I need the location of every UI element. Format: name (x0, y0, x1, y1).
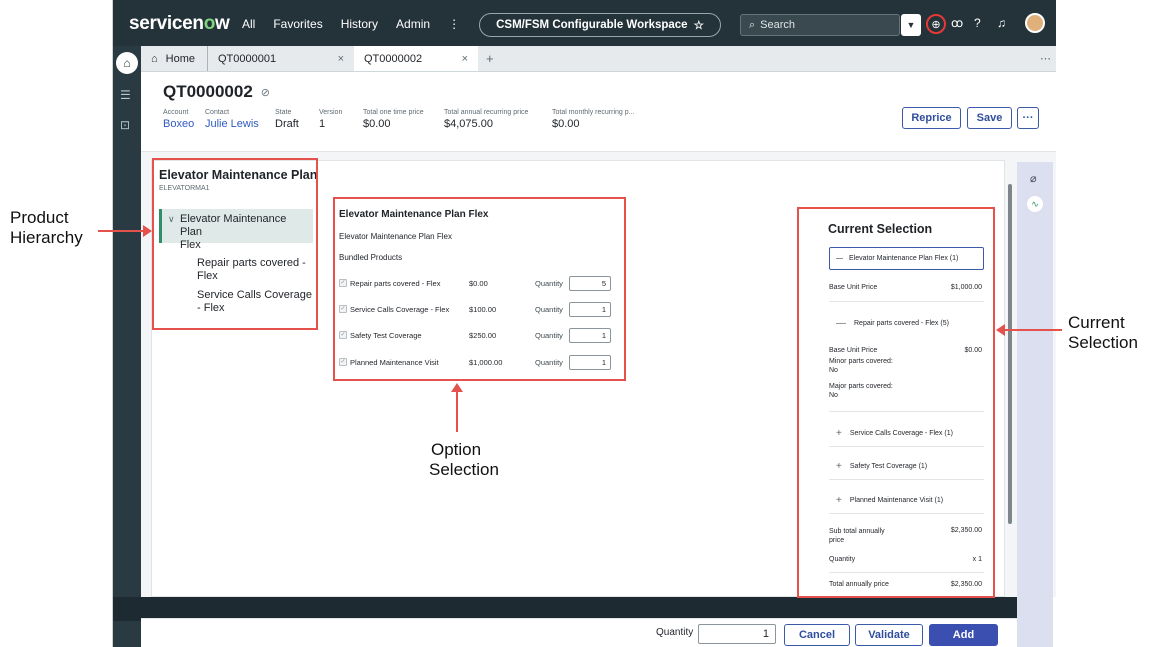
workspace-scope-label: CSM/FSM Configurable Workspace (496, 19, 688, 31)
field-account: Account Boxeo (163, 109, 195, 130)
field-value: 1 (319, 118, 326, 130)
contact-link[interactable]: Julie Lewis (205, 118, 265, 130)
annotation-text: Option (431, 440, 482, 459)
footer-bar: Quantity 1 Cancel Validate Add (141, 618, 1017, 647)
tag-icon[interactable]: ⊘ (261, 86, 270, 99)
footer-quantity-label: Quantity (656, 627, 694, 638)
scrollbar[interactable] (1008, 184, 1012, 524)
annotation-option-selection: Option Selection (429, 440, 499, 480)
tab-home[interactable]: ⌂ Home (141, 46, 207, 71)
tab-qt0000002[interactable]: QT0000002 × (354, 46, 478, 71)
top-nav: All Favorites History Admin ⋮ (242, 17, 460, 31)
nav-admin[interactable]: Admin (396, 17, 430, 31)
globe-icon[interactable]: ⊕ (926, 14, 946, 34)
arrow-head-icon (996, 324, 1005, 336)
list-icon[interactable]: ☰ (120, 88, 131, 102)
callout-box-selection (797, 207, 995, 598)
search-input[interactable]: ⌕ Search (740, 14, 900, 36)
top-bar: servicenow All Favorites History Admin ⋮… (113, 0, 1056, 46)
tab-label: Home (165, 52, 195, 65)
activity-icon[interactable]: ∿ (1027, 196, 1043, 212)
home-tab-icon: ⌂ (151, 52, 158, 65)
validate-button[interactable]: Validate (855, 624, 923, 646)
nav-history[interactable]: History (341, 17, 378, 31)
avatar[interactable] (1025, 13, 1045, 33)
callout-box-options (333, 197, 626, 381)
arrow-line (98, 230, 144, 232)
bell-icon[interactable]: ♫ (997, 16, 1006, 30)
arrow-line (1005, 329, 1062, 331)
field-total-one-time: Total one time price $0.00 (363, 109, 434, 130)
save-button[interactable]: Save (967, 107, 1012, 129)
arrow-head-icon (451, 383, 463, 392)
inbox-icon[interactable]: ⊡ (120, 118, 130, 132)
field-total-monthly: Total monthly recurring p... $0.00 (552, 109, 662, 130)
close-icon[interactable]: × (338, 53, 344, 65)
left-rail: ⌂ ☰ ⊡ (113, 46, 141, 647)
paperclip-icon[interactable]: ⌀ (1030, 172, 1037, 185)
tab-label: QT0000001 (218, 52, 277, 65)
annotation-text: Selection (1068, 333, 1138, 352)
callout-box-hierarchy (152, 158, 318, 330)
field-version: Version 1 (319, 109, 353, 130)
screenshot-root: Product Hierarchy Current Selection serv… (0, 0, 1152, 647)
search-scope-dropdown[interactable]: ▼ (901, 14, 921, 36)
nav-all[interactable]: All (242, 17, 255, 31)
new-tab-button[interactable]: + (478, 46, 502, 71)
field-label: Account (163, 109, 189, 116)
annotation-text: Current (1068, 313, 1125, 332)
annotation-text: Hierarchy (10, 228, 83, 247)
field-label: Total annual recurring price (444, 109, 529, 116)
record-header: QT0000002 ⊘ Account Boxeo Contact Julie … (141, 72, 1056, 152)
help-icon[interactable]: ? (974, 16, 981, 30)
field-label: Total monthly recurring p... (552, 109, 635, 116)
star-icon: ☆ (693, 20, 704, 32)
search-icon: ⌕ (749, 18, 756, 31)
record-number: QT0000002 (163, 82, 253, 101)
record-fields: Account Boxeo Contact Julie Lewis State … (163, 109, 672, 130)
tab-overflow-icon[interactable]: ⋯ (1040, 52, 1051, 65)
arrow-head-icon (143, 225, 152, 237)
workspace-scope-pill[interactable]: CSM/FSM Configurable Workspace ☆ (479, 13, 721, 37)
nav-more-icon[interactable]: ⋮ (448, 17, 460, 31)
footer-quantity-input[interactable]: 1 (698, 624, 776, 644)
record-title: QT0000002 ⊘ (163, 82, 270, 102)
field-label: Version (319, 109, 343, 116)
account-link[interactable]: Boxeo (163, 118, 195, 130)
field-value: $0.00 (363, 118, 391, 130)
servicenow-logo[interactable]: servicenow (129, 13, 230, 35)
arrow-line (456, 390, 458, 432)
home-icon[interactable]: ⌂ (116, 52, 138, 74)
field-label: Total one time price (363, 109, 424, 116)
more-actions-button[interactable]: ··· (1017, 107, 1039, 129)
field-state: State Draft (275, 109, 309, 130)
field-value: $0.00 (552, 118, 580, 130)
field-contact: Contact Julie Lewis (205, 109, 265, 130)
tab-qt0000001[interactable]: QT0000001 × (207, 46, 354, 71)
search-placeholder: Search (760, 19, 796, 31)
cancel-button[interactable]: Cancel (784, 624, 850, 646)
reprice-button[interactable]: Reprice (902, 107, 961, 129)
annotation-text: Product (10, 208, 69, 227)
tab-bar: ⌂ Home QT0000001 × QT0000002 × + ⋯ (141, 46, 1056, 72)
field-total-annual: Total annual recurring price $4,075.00 (444, 109, 542, 130)
field-label: Contact (205, 109, 230, 116)
annotation-current-selection: Current Selection (1068, 313, 1138, 353)
annotation-product-hierarchy: Product Hierarchy (10, 208, 83, 248)
field-value: $4,075.00 (444, 118, 493, 130)
right-utility-rail: ⌀ ∿ (1017, 162, 1053, 647)
field-label: State (275, 109, 292, 116)
chat-icon[interactable]: ꝏ (951, 16, 963, 30)
nav-favorites[interactable]: Favorites (273, 17, 322, 31)
field-value: Draft (275, 118, 299, 130)
annotation-text: Selection (429, 460, 499, 479)
add-button[interactable]: Add (929, 624, 998, 646)
close-icon[interactable]: × (462, 53, 468, 65)
tab-label: QT0000002 (364, 52, 423, 65)
